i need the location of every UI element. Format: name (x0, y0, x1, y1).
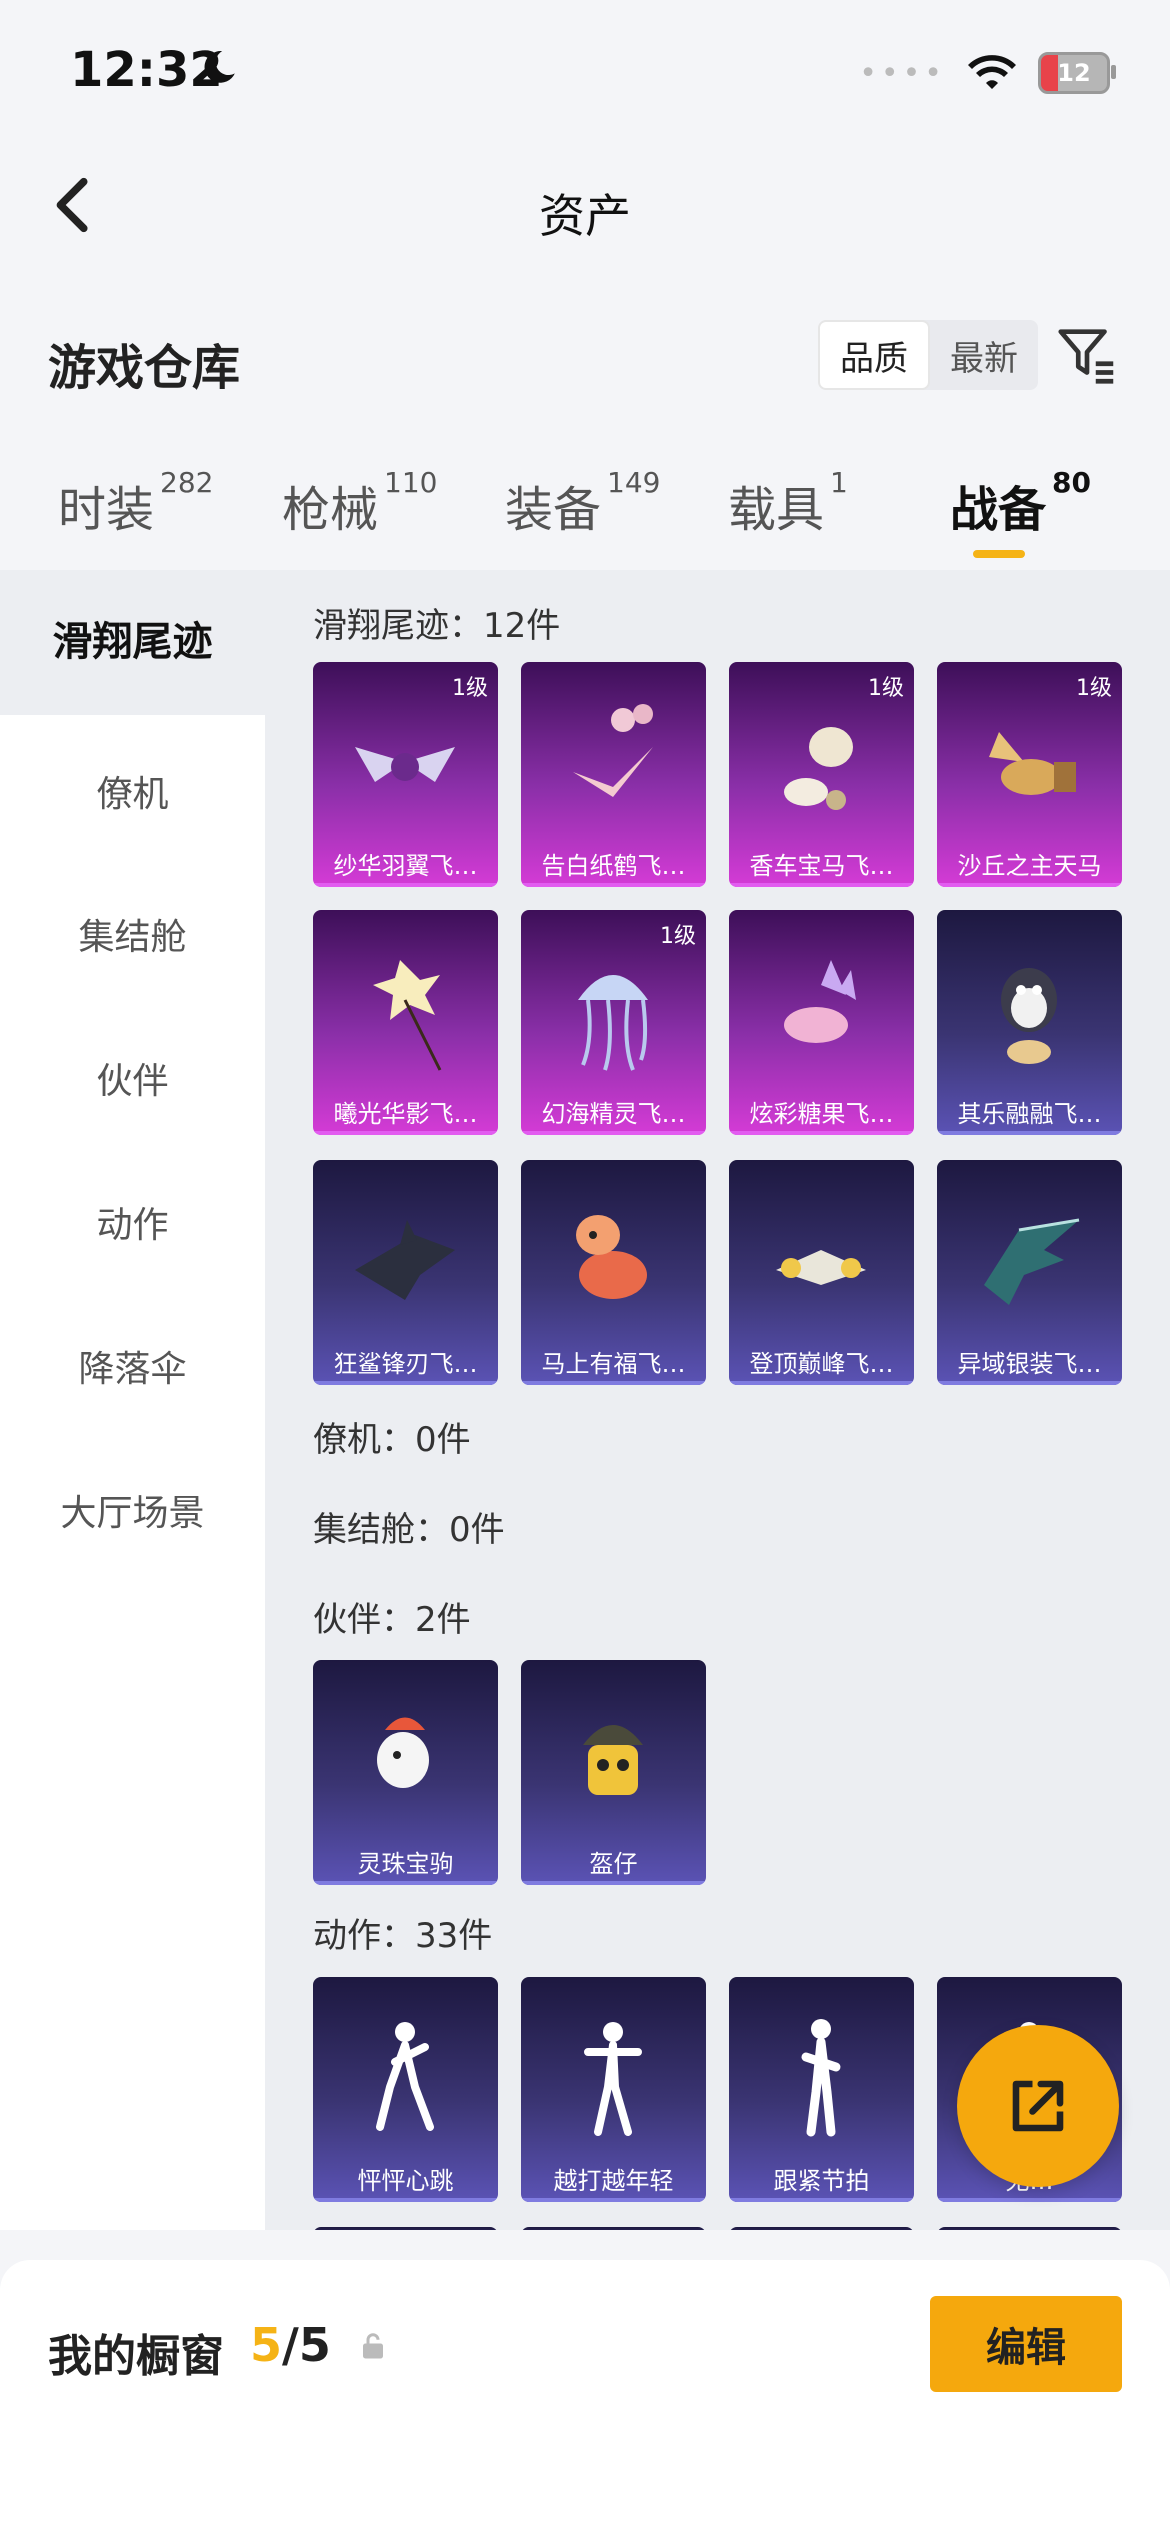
sort-toggle: 品质 最新 (818, 320, 1038, 390)
item-card[interactable]: 盔仔 (521, 1660, 706, 1885)
showcase-count: 5/5 (250, 2318, 331, 2372)
carriage-icon (784, 727, 853, 810)
warehouse-title: 游戏仓库 (48, 340, 241, 396)
sort-quality-button[interactable]: 品质 (818, 320, 930, 390)
tab-vehicles[interactable]: 载具 1 (728, 466, 848, 540)
tab-guns[interactable]: 枪械 110 (282, 466, 437, 540)
item-card[interactable]: 1级 纱华羽翼飞… (313, 662, 498, 887)
item-card[interactable] (729, 2227, 914, 2230)
edit-button[interactable]: 编辑 (930, 2296, 1122, 2392)
section-title-wingman: 僚机：0件 (313, 1420, 471, 1460)
spaceship-icon (776, 1250, 866, 1285)
item-card[interactable]: 1级 幻海精灵飞… (521, 910, 706, 1135)
section-title-pod: 集结舱：0件 (313, 1510, 505, 1550)
item-card[interactable]: 曦光华影飞… (313, 910, 498, 1135)
item-card[interactable]: 告白纸鹤飞… (521, 662, 706, 887)
wifi-icon (968, 55, 1016, 89)
item-card[interactable] (937, 2227, 1122, 2230)
flower-icon (373, 960, 442, 1071)
tab-equipment[interactable]: 装备 149 (505, 466, 660, 540)
item-card[interactable]: 1级 沙丘之主天马 (937, 662, 1122, 887)
sidebar-item-lobby[interactable]: 大厅场景 (0, 1484, 265, 1536)
tab-battle-gear[interactable]: 战备 80 (950, 466, 1091, 540)
candy-icon (784, 960, 856, 1043)
jellyfish-icon (578, 975, 648, 1071)
category-tabs: 时装 282 枪械 110 装备 149 载具 1 战备 80 (0, 460, 1170, 570)
page-title: 资产 (539, 189, 631, 243)
section-title-emote: 动作：33件 (313, 1916, 493, 1956)
paper-crane-icon (573, 704, 653, 797)
sidebar-item-emote[interactable]: 动作 (0, 1196, 265, 1248)
item-card[interactable]: 狂鲨锋刃飞… (313, 1160, 498, 1385)
section-title-glide: 滑翔尾迹：12件 (313, 606, 561, 646)
dance-icon (801, 2019, 841, 2137)
item-list[interactable]: 滑翔尾迹：12件 1级 纱华羽翼飞… 告白纸鹤飞… 1级 香车宝马飞… 1级 沙… (265, 570, 1170, 2230)
penguin-icon (1001, 968, 1057, 1064)
item-card[interactable]: 炫彩糖果飞… (729, 910, 914, 1135)
dragon-pet-icon (377, 1717, 429, 1788)
item-card[interactable]: 1级 香车宝马飞… (729, 662, 914, 887)
pegasus-icon (989, 732, 1076, 795)
item-card[interactable] (521, 2227, 706, 2230)
item-name: 纱华羽翼飞… (333, 852, 478, 880)
lock-icon (363, 2333, 383, 2359)
sidebar-item-pod[interactable]: 集结舱 (0, 908, 265, 960)
item-card[interactable]: 登顶巅峰飞… (729, 1160, 914, 1385)
active-tab-indicator (973, 550, 1025, 558)
item-card[interactable] (313, 2227, 498, 2230)
shark-icon (355, 1220, 455, 1300)
item-card[interactable]: 马上有福飞… (521, 1160, 706, 1385)
signal-icon: •••• (859, 55, 946, 91)
item-card[interactable]: 灵珠宝驹 (313, 1660, 498, 1885)
showcase-label: 我的橱窗 (48, 2331, 224, 2382)
dance-icon (584, 2022, 642, 2136)
sidebar-item-glide-trail[interactable]: 滑翔尾迹 (0, 570, 265, 715)
sidebar-item-partner[interactable]: 伙伴 (0, 1052, 265, 1104)
item-card[interactable]: 越打越年轻 (521, 1977, 706, 2202)
item-card[interactable]: 怦怦心跳 (313, 1977, 498, 2202)
status-bar: 12:32 •••• 12 (0, 0, 1170, 140)
sidebar-item-parachute[interactable]: 降落伞 (0, 1340, 265, 1392)
sidebar-item-wingman[interactable]: 僚机 (0, 765, 265, 817)
nav-bar: 资产 (0, 140, 1170, 270)
filter-icon[interactable] (1052, 320, 1122, 390)
share-button[interactable] (957, 2025, 1119, 2187)
dance-icon (376, 2022, 434, 2131)
item-card[interactable]: 跟紧节拍 (729, 1977, 914, 2202)
item-card[interactable]: 其乐融融飞… (937, 910, 1122, 1135)
chick-soldier-icon (583, 1725, 643, 1795)
share-icon (1012, 2080, 1064, 2132)
section-title-partner: 伙伴：2件 (313, 1600, 471, 1640)
moon-icon (204, 51, 235, 83)
battery-icon: 12 (1038, 52, 1116, 94)
sidebar: 滑翔尾迹 僚机 集结舱 伙伴 动作 降落伞 大厅场景 (0, 570, 265, 2230)
sort-newest-button[interactable]: 最新 (930, 320, 1038, 390)
dragon-wing-icon (984, 1218, 1080, 1305)
tab-fashion[interactable]: 时装 282 (58, 466, 213, 540)
warehouse-header: 游戏仓库 品质 最新 (0, 300, 1170, 410)
horse-toy-icon (576, 1215, 647, 1299)
showcase-bar: 我的橱窗 5/5 编辑 (0, 2260, 1170, 2532)
wings-icon (355, 747, 455, 782)
item-card[interactable]: 异域银装飞… (937, 1160, 1122, 1385)
